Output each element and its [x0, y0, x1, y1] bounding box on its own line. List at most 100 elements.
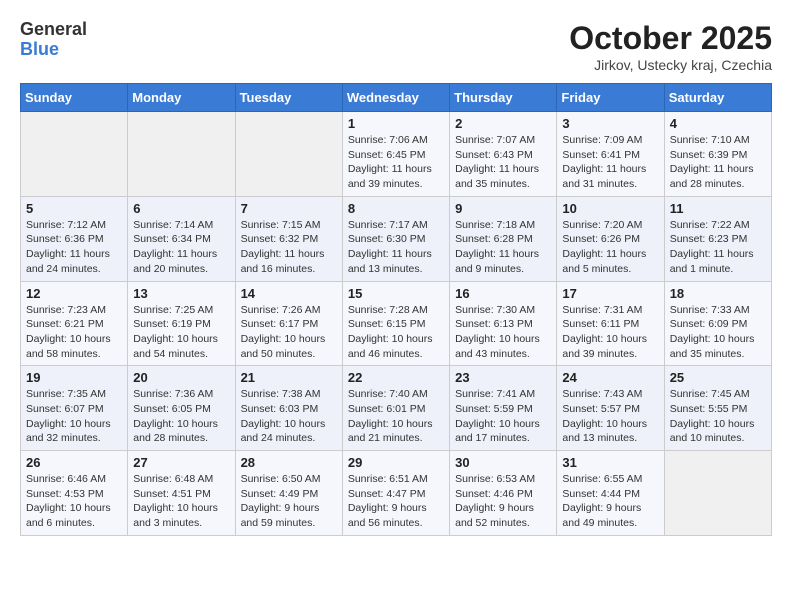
weekday-thursday: Thursday: [450, 84, 557, 112]
calendar-day-cell: 5 Sunrise: 7:12 AM Sunset: 6:36 PM Daylig…: [21, 196, 128, 281]
calendar-day-cell: [128, 112, 235, 197]
day-info: Sunrise: 7:15 AM Sunset: 6:32 PM Dayligh…: [241, 218, 337, 277]
day-info: Sunrise: 6:46 AM Sunset: 4:53 PM Dayligh…: [26, 472, 122, 531]
calendar-day-cell: 13Sunrise: 7:25 AM Sunset: 6:19 PM Dayli…: [128, 281, 235, 366]
calendar-day-cell: 14Sunrise: 7:26 AM Sunset: 6:17 PM Dayli…: [235, 281, 342, 366]
calendar-day-cell: 20Sunrise: 7:36 AM Sunset: 6:05 PM Dayli…: [128, 366, 235, 451]
day-info: Sunrise: 7:36 AM Sunset: 6:05 PM Dayligh…: [133, 387, 229, 446]
day-info: Sunrise: 7:12 AM Sunset: 6:36 PM Dayligh…: [26, 218, 122, 277]
calendar-day-cell: 16 Sunrise: 7:30 AM Sunset: 6:13 PM Dayli…: [450, 281, 557, 366]
day-number: 4: [670, 116, 766, 131]
day-number: 7: [241, 201, 337, 216]
day-info: Sunrise: 6:53 AM Sunset: 4:46 PM Dayligh…: [455, 472, 551, 531]
day-number: 1: [348, 116, 444, 131]
day-number: 21: [241, 370, 337, 385]
calendar-day-cell: 18Sunrise: 7:33 AM Sunset: 6:09 PM Dayli…: [664, 281, 771, 366]
day-number: 24: [562, 370, 658, 385]
day-info: Sunrise: 7:41 AM Sunset: 5:59 PM Dayligh…: [455, 387, 551, 446]
logo: GeneralBlue: [20, 20, 87, 60]
weekday-row: SundayMondayTuesdayWednesdayThursdayFrid…: [21, 84, 772, 112]
calendar-day-cell: 4 Sunrise: 7:10 AM Sunset: 6:39 PM Daylig…: [664, 112, 771, 197]
calendar-day-cell: 22Sunrise: 7:40 AM Sunset: 6:01 PM Dayli…: [342, 366, 449, 451]
calendar-day-cell: 31 Sunrise: 6:55 AM Sunset: 4:44 PM Dayli…: [557, 451, 664, 536]
day-info: Sunrise: 7:45 AM Sunset: 5:55 PM Dayligh…: [670, 387, 766, 446]
day-info: Sunrise: 7:30 AM Sunset: 6:13 PM Dayligh…: [455, 303, 551, 362]
day-number: 29: [348, 455, 444, 470]
calendar-week-row: 26 Sunrise: 6:46 AM Sunset: 4:53 PM Dayli…: [21, 451, 772, 536]
calendar-day-cell: 19 Sunrise: 7:35 AM Sunset: 6:07 PM Dayli…: [21, 366, 128, 451]
day-number: 30: [455, 455, 551, 470]
day-info: Sunrise: 7:26 AM Sunset: 6:17 PM Dayligh…: [241, 303, 337, 362]
weekday-saturday: Saturday: [664, 84, 771, 112]
day-info: Sunrise: 7:10 AM Sunset: 6:39 PM Dayligh…: [670, 133, 766, 192]
day-info: Sunrise: 7:18 AM Sunset: 6:28 PM Dayligh…: [455, 218, 551, 277]
day-number: 15: [348, 286, 444, 301]
day-info: Sunrise: 7:28 AM Sunset: 6:15 PM Dayligh…: [348, 303, 444, 362]
calendar-week-row: 5 Sunrise: 7:12 AM Sunset: 6:36 PM Daylig…: [21, 196, 772, 281]
calendar-day-cell: 7 Sunrise: 7:15 AM Sunset: 6:32 PM Daylig…: [235, 196, 342, 281]
day-number: 31: [562, 455, 658, 470]
day-info: Sunrise: 6:48 AM Sunset: 4:51 PM Dayligh…: [133, 472, 229, 531]
calendar-day-cell: 27Sunrise: 6:48 AM Sunset: 4:51 PM Dayli…: [128, 451, 235, 536]
calendar-day-cell: 9 Sunrise: 7:18 AM Sunset: 6:28 PM Daylig…: [450, 196, 557, 281]
calendar-day-cell: 11 Sunrise: 7:22 AM Sunset: 6:23 PM Dayli…: [664, 196, 771, 281]
calendar-day-cell: 30 Sunrise: 6:53 AM Sunset: 4:46 PM Dayli…: [450, 451, 557, 536]
page-header: GeneralBlue October 2025 Jirkov, Ustecky…: [20, 20, 772, 73]
day-info: Sunrise: 7:31 AM Sunset: 6:11 PM Dayligh…: [562, 303, 658, 362]
day-number: 16: [455, 286, 551, 301]
calendar-day-cell: 8 Sunrise: 7:17 AM Sunset: 6:30 PM Daylig…: [342, 196, 449, 281]
day-number: 11: [670, 201, 766, 216]
calendar-day-cell: 26 Sunrise: 6:46 AM Sunset: 4:53 PM Dayli…: [21, 451, 128, 536]
day-info: Sunrise: 6:50 AM Sunset: 4:49 PM Dayligh…: [241, 472, 337, 531]
day-number: 8: [348, 201, 444, 216]
day-number: 9: [455, 201, 551, 216]
day-info: Sunrise: 7:20 AM Sunset: 6:26 PM Dayligh…: [562, 218, 658, 277]
calendar-day-cell: 25 Sunrise: 7:45 AM Sunset: 5:55 PM Dayli…: [664, 366, 771, 451]
day-info: Sunrise: 7:33 AM Sunset: 6:09 PM Dayligh…: [670, 303, 766, 362]
day-number: 13: [133, 286, 229, 301]
day-info: Sunrise: 7:23 AM Sunset: 6:21 PM Dayligh…: [26, 303, 122, 362]
day-info: Sunrise: 7:17 AM Sunset: 6:30 PM Dayligh…: [348, 218, 444, 277]
calendar-week-row: 1Sunrise: 7:06 AM Sunset: 6:45 PM Daylig…: [21, 112, 772, 197]
calendar-day-cell: [235, 112, 342, 197]
day-number: 2: [455, 116, 551, 131]
calendar-day-cell: [664, 451, 771, 536]
calendar-day-cell: 21Sunrise: 7:38 AM Sunset: 6:03 PM Dayli…: [235, 366, 342, 451]
calendar-day-cell: 6Sunrise: 7:14 AM Sunset: 6:34 PM Daylig…: [128, 196, 235, 281]
calendar-body: 1Sunrise: 7:06 AM Sunset: 6:45 PM Daylig…: [21, 112, 772, 536]
logo-text: GeneralBlue: [20, 20, 87, 60]
weekday-tuesday: Tuesday: [235, 84, 342, 112]
calendar-week-row: 19 Sunrise: 7:35 AM Sunset: 6:07 PM Dayli…: [21, 366, 772, 451]
day-number: 10: [562, 201, 658, 216]
calendar-day-cell: 12 Sunrise: 7:23 AM Sunset: 6:21 PM Dayli…: [21, 281, 128, 366]
day-number: 25: [670, 370, 766, 385]
day-number: 23: [455, 370, 551, 385]
day-number: 17: [562, 286, 658, 301]
calendar-day-cell: 24Sunrise: 7:43 AM Sunset: 5:57 PM Dayli…: [557, 366, 664, 451]
calendar-day-cell: 17 Sunrise: 7:31 AM Sunset: 6:11 PM Dayli…: [557, 281, 664, 366]
day-info: Sunrise: 7:09 AM Sunset: 6:41 PM Dayligh…: [562, 133, 658, 192]
weekday-monday: Monday: [128, 84, 235, 112]
calendar-day-cell: 3Sunrise: 7:09 AM Sunset: 6:41 PM Daylig…: [557, 112, 664, 197]
day-number: 22: [348, 370, 444, 385]
calendar-day-cell: [21, 112, 128, 197]
day-number: 12: [26, 286, 122, 301]
day-number: 5: [26, 201, 122, 216]
day-info: Sunrise: 7:22 AM Sunset: 6:23 PM Dayligh…: [670, 218, 766, 277]
calendar-day-cell: 2Sunrise: 7:07 AM Sunset: 6:43 PM Daylig…: [450, 112, 557, 197]
calendar-header: SundayMondayTuesdayWednesdayThursdayFrid…: [21, 84, 772, 112]
calendar-day-cell: 23 Sunrise: 7:41 AM Sunset: 5:59 PM Dayli…: [450, 366, 557, 451]
day-number: 28: [241, 455, 337, 470]
day-number: 26: [26, 455, 122, 470]
day-number: 19: [26, 370, 122, 385]
calendar-day-cell: 1Sunrise: 7:06 AM Sunset: 6:45 PM Daylig…: [342, 112, 449, 197]
weekday-wednesday: Wednesday: [342, 84, 449, 112]
calendar-title: October 2025: [569, 20, 772, 57]
day-info: Sunrise: 6:51 AM Sunset: 4:47 PM Dayligh…: [348, 472, 444, 531]
calendar-day-cell: 10 Sunrise: 7:20 AM Sunset: 6:26 PM Dayli…: [557, 196, 664, 281]
weekday-sunday: Sunday: [21, 84, 128, 112]
calendar-day-cell: 29 Sunrise: 6:51 AM Sunset: 4:47 PM Dayli…: [342, 451, 449, 536]
day-info: Sunrise: 6:55 AM Sunset: 4:44 PM Dayligh…: [562, 472, 658, 531]
day-info: Sunrise: 7:35 AM Sunset: 6:07 PM Dayligh…: [26, 387, 122, 446]
calendar-week-row: 12 Sunrise: 7:23 AM Sunset: 6:21 PM Dayli…: [21, 281, 772, 366]
